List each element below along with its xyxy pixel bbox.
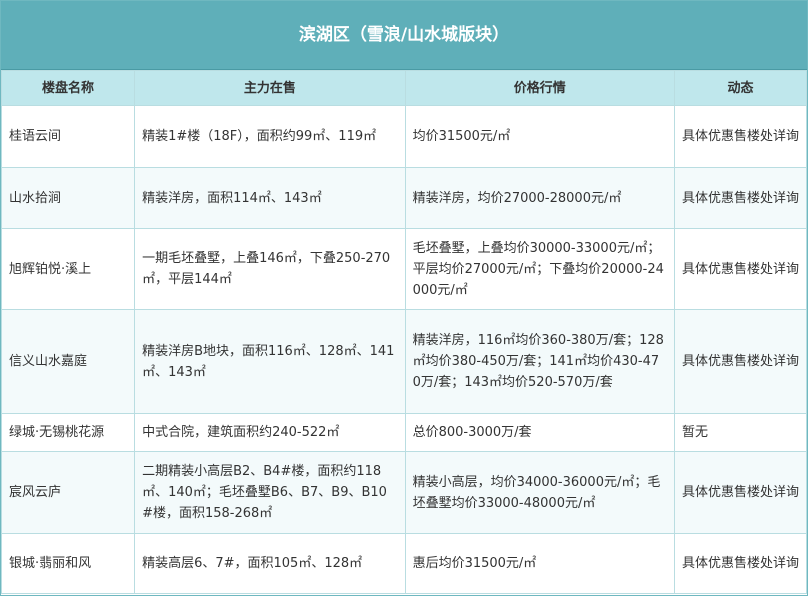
cell-main-sale: 精装洋房B地块，面积116㎡、128㎡、141㎡、143㎡ [134, 309, 406, 414]
cell-price: 总价800-3000万/套 [404, 413, 675, 452]
cell-main-sale: 精装洋房，面积114㎡、143㎡ [134, 167, 406, 229]
cell-price: 精装小高层，均价34000-36000元/㎡；毛坯叠墅均价33000-48000… [404, 451, 675, 534]
cell-status: 具体优惠售楼处详询 [673, 451, 807, 534]
cell-status: 具体优惠售楼处详询 [673, 105, 807, 168]
table-row: 山水拾涧 精装洋房，面积114㎡、143㎡ 精装洋房，均价27000-28000… [1, 167, 807, 229]
cell-price: 惠后均价31500元/㎡ [404, 533, 675, 594]
header-price: 价格行情 [404, 70, 675, 106]
cell-main-sale: 精装1#楼（18F），面积约99㎡、119㎡ [134, 105, 406, 168]
header-main-sale: 主力在售 [134, 70, 406, 106]
cell-price: 毛坯叠墅，上叠均价30000-33000元/㎡；平层均价27000元/㎡；下叠均… [404, 228, 675, 310]
header-status: 动态 [673, 70, 807, 106]
cell-price: 均价31500元/㎡ [404, 105, 675, 168]
cell-main-sale: 中式合院，建筑面积约240-522㎡ [134, 413, 406, 452]
cell-status: 具体优惠售楼处详询 [673, 228, 807, 310]
cell-status: 具体优惠售楼处详询 [673, 533, 807, 594]
table-row: 绿城·无锡桃花源 中式合院，建筑面积约240-522㎡ 总价800-3000万/… [1, 413, 807, 452]
table-row: 银城·翡丽和风 精装高层6、7#，面积105㎡、128㎡ 惠后均价31500元/… [1, 533, 807, 594]
cell-project-name: 旭辉铂悦·溪上 [1, 228, 136, 310]
table-row: 信义山水嘉庭 精装洋房B地块，面积116㎡、128㎡、141㎡、143㎡ 精装洋… [1, 309, 807, 414]
cell-main-sale: 精装高层6、7#，面积105㎡、128㎡ [134, 533, 406, 594]
header-project-name: 楼盘名称 [1, 70, 136, 106]
table-row: 旭辉铂悦·溪上 一期毛坯叠墅，上叠146㎡，下叠250-270㎡，平层144㎡ … [1, 228, 807, 310]
cell-main-sale: 二期精装小高层B2、B4#楼，面积约118㎡、140㎡；毛坯叠墅B6、B7、B9… [134, 451, 406, 534]
cell-status: 暂无 [673, 413, 807, 452]
cell-status: 具体优惠售楼处详询 [673, 309, 807, 414]
cell-project-name: 桂语云间 [1, 105, 136, 168]
price-table-sheet: 滨湖区（雪浪/山水城版块） 楼盘名称 主力在售 价格行情 动态 桂语云间 精装1… [0, 0, 808, 596]
cell-price: 精装洋房，116㎡均价360-380万/套；128㎡均价380-450万/套；1… [404, 309, 675, 414]
cell-project-name: 信义山水嘉庭 [1, 309, 136, 414]
cell-project-name: 山水拾涧 [1, 167, 136, 229]
cell-project-name: 银城·翡丽和风 [1, 533, 136, 594]
listing-table: 楼盘名称 主力在售 价格行情 动态 桂语云间 精装1#楼（18F），面积约99㎡… [1, 70, 807, 594]
cell-project-name: 宸风云庐 [1, 451, 136, 534]
cell-project-name: 绿城·无锡桃花源 [1, 413, 136, 452]
cell-main-sale: 一期毛坯叠墅，上叠146㎡，下叠250-270㎡，平层144㎡ [134, 228, 406, 310]
table-row: 桂语云间 精装1#楼（18F），面积约99㎡、119㎡ 均价31500元/㎡ 具… [1, 105, 807, 168]
table-title: 滨湖区（雪浪/山水城版块） [1, 1, 807, 70]
header-row: 楼盘名称 主力在售 价格行情 动态 [1, 70, 807, 106]
table-row: 宸风云庐 二期精装小高层B2、B4#楼，面积约118㎡、140㎡；毛坯叠墅B6、… [1, 451, 807, 534]
cell-status: 具体优惠售楼处详询 [673, 167, 807, 229]
cell-price: 精装洋房，均价27000-28000元/㎡ [404, 167, 675, 229]
